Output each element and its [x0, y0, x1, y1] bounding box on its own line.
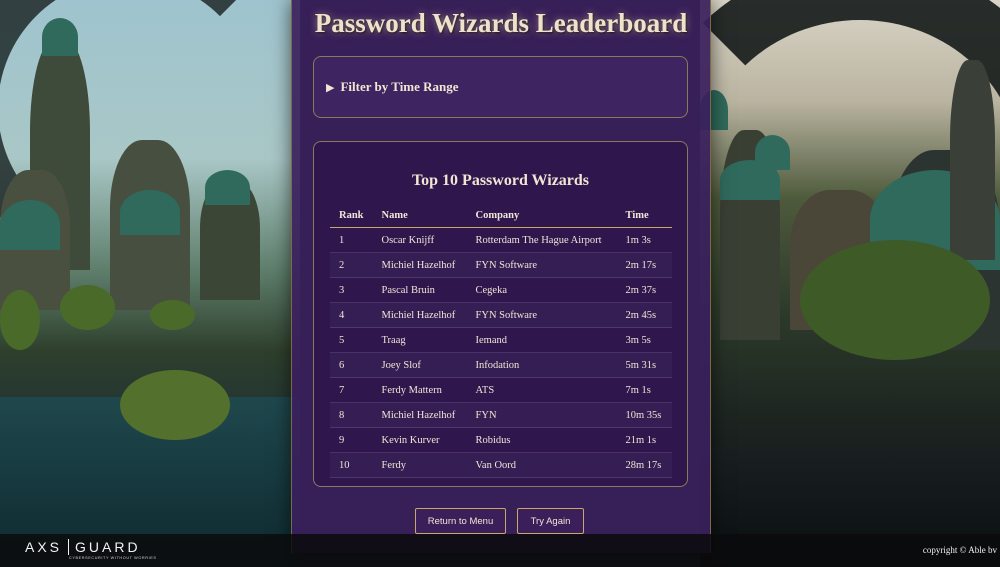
cell-time: 21m 1s [616, 427, 672, 453]
column-header-rank: Rank [330, 206, 373, 228]
cell-time: 2m 45s [616, 302, 672, 328]
cell-company: Iemand [466, 327, 617, 353]
leaderboard-card: Top 10 Password Wizards Rank Name Compan… [313, 141, 688, 487]
cell-name: Kevin Kurver [372, 427, 467, 453]
column-header-time: Time [616, 206, 672, 228]
cell-time: 28m 17s [616, 452, 672, 478]
cell-rank: 8 [330, 402, 373, 428]
filter-section[interactable]: ▶ Filter by Time Range [313, 56, 688, 118]
table-row: 2 Michiel Hazelhof FYN Software 2m 17s [330, 252, 672, 278]
table-row: 9 Kevin Kurver Robidus 21m 1s [330, 427, 672, 453]
footer-bar: AXS GUARD CYBERSECURITY WITHOUT WORRIES … [0, 534, 1000, 567]
return-to-menu-button[interactable]: Return to Menu [415, 508, 506, 534]
column-header-name: Name [372, 206, 467, 228]
table-header-row: Rank Name Company Time [330, 206, 672, 228]
cell-rank: 3 [330, 277, 373, 303]
cell-company: Robidus [466, 427, 617, 453]
filter-toggle[interactable]: ▶ Filter by Time Range [326, 79, 459, 95]
leaderboard-table: Rank Name Company Time 1 Oscar Knijff Rott… [330, 206, 672, 478]
leaderboard-title: Top 10 Password Wizards [411, 172, 590, 189]
copyright-text: copyright © Able bv [922, 545, 997, 555]
cell-rank: 7 [330, 377, 373, 403]
expand-triangle-icon: ▶ [326, 82, 335, 94]
page-title: Password Wizards Leaderboard [314, 8, 688, 38]
try-again-button[interactable]: Try Again [517, 508, 584, 534]
cell-company: FYN Software [466, 252, 617, 278]
cell-company: FYN Software [466, 302, 617, 328]
cell-rank: 6 [330, 352, 373, 378]
table-row: 4 Michiel Hazelhof FYN Software 2m 45s [330, 302, 672, 328]
cell-name: Pascal Bruin [372, 277, 467, 303]
cell-time: 10m 35s [616, 402, 672, 428]
cell-name: Ferdy Mattern [372, 377, 467, 403]
cell-name: Traag [372, 327, 467, 353]
cell-company: Rotterdam The Hague Airport [466, 227, 617, 253]
cell-time: 1m 3s [616, 227, 672, 253]
logo-divider [68, 539, 70, 555]
background-right-city [640, 0, 1000, 567]
logo-tagline: CYBERSECURITY WITHOUT WORRIES [69, 556, 157, 560]
table-row: 1 Oscar Knijff Rotterdam The Hague Airport… [330, 227, 672, 253]
cell-time: 5m 31s [616, 352, 672, 378]
background-left-city [0, 0, 300, 567]
cell-name: Ferdy [372, 452, 467, 478]
cell-time: 7m 1s [616, 377, 672, 403]
cell-rank: 9 [330, 427, 373, 453]
cell-company: Van Oord [466, 452, 617, 478]
table-row: 8 Michiel Hazelhof FYN 10m 35s [330, 402, 672, 428]
cell-rank: 4 [330, 302, 373, 328]
cell-company: Infodation [466, 352, 617, 378]
cell-name: Michiel Hazelhof [372, 402, 467, 428]
filter-label: Filter by Time Range [340, 79, 459, 94]
table-row: 3 Pascal Bruin Cegeka 2m 37s [330, 277, 672, 303]
logo-text-left: AXS [25, 539, 63, 555]
cell-rank: 2 [330, 252, 373, 278]
cell-company: Cegeka [466, 277, 617, 303]
cell-rank: 10 [330, 452, 373, 478]
axsguard-logo: AXS GUARD CYBERSECURITY WITHOUT WORRIES [25, 539, 157, 560]
table-row: 7 Ferdy Mattern ATS 7m 1s [330, 377, 672, 403]
cell-name: Michiel Hazelhof [372, 302, 467, 328]
cell-rank: 5 [330, 327, 373, 353]
cell-time: 3m 5s [616, 327, 672, 353]
cell-name: Joey Slof [372, 352, 467, 378]
table-row: 10 Ferdy Van Oord 28m 17s [330, 452, 672, 478]
cell-name: Oscar Knijff [372, 227, 467, 253]
cell-name: Michiel Hazelhof [372, 252, 467, 278]
table-row: 6 Joey Slof Infodation 5m 31s [330, 352, 672, 378]
cell-time: 2m 37s [616, 277, 672, 303]
table-row: 5 Traag Iemand 3m 5s [330, 327, 672, 353]
column-header-company: Company [466, 206, 617, 228]
logo-text-right: GUARD [75, 539, 141, 555]
cell-company: FYN [466, 402, 617, 428]
cell-company: ATS [466, 377, 617, 403]
cell-time: 2m 17s [616, 252, 672, 278]
cell-rank: 1 [330, 227, 373, 253]
leaderboard-panel: Password Wizards Leaderboard ▶ Filter by … [291, 0, 711, 553]
